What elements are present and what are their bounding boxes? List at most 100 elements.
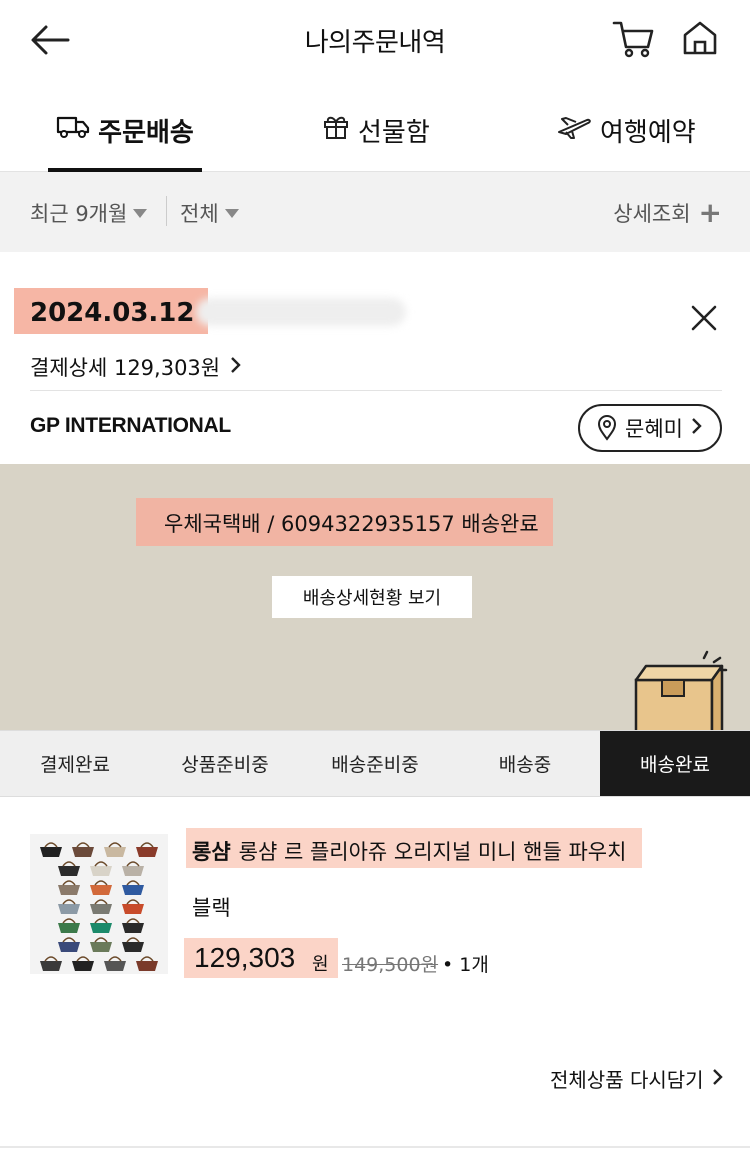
tracking-info: 우체국택배 / 6094322935157 배송완료 [136,498,553,546]
product-brand: 롱샴 [192,840,231,864]
type-filter-dropdown[interactable]: 전체 [180,198,239,228]
pouch-handle [108,842,122,848]
pouch-handle [126,937,140,943]
pouch-handle [126,899,140,905]
pouch-handle [62,918,76,924]
truck-icon [56,112,90,140]
pouch-handle [62,880,76,886]
rebuy-all-label: 전체상품 다시담기 [550,1068,704,1092]
pouch-shape [104,847,126,857]
tab-travel-booking[interactable]: 여행예약 [556,96,696,172]
step-in-transit: 배송중 [498,754,552,776]
pouch-shape [40,847,62,857]
pouch-shape [90,904,112,914]
pouch-shape [104,961,126,971]
pouch-handle [126,880,140,886]
pouch-handle [94,880,108,886]
caret-down-icon [224,208,239,218]
close-icon[interactable] [686,300,722,336]
product-option: 블랙 [192,896,231,920]
pouch-handle [140,842,154,848]
pouch-handle [94,918,108,924]
detail-search-label: 상세조회 [613,202,691,226]
pouch-shape [58,923,80,933]
delivery-progress-steps: 결제완료 상품준비중 배송준비중 배송중 배송완료 [0,730,750,797]
pouch-handle [76,956,90,962]
redacted-order-number [196,298,406,326]
pouch-shape [136,961,158,971]
pouch-handle [94,937,108,943]
bottom-divider [0,1146,750,1148]
pouch-shape [136,847,158,857]
order-date: 2024.03.12 [14,288,209,334]
seller-name: GP INTERNATIONAL [30,414,231,437]
gift-icon [322,112,350,140]
top-bar: 나의주문내역 [0,0,750,80]
payment-detail-label: 결제상세 129,303원 [30,356,221,380]
pouch-handle [62,937,76,943]
pouch-shape [40,961,62,971]
period-filter-dropdown[interactable]: 최근 9개월 [30,198,148,228]
pouch-shape [122,923,144,933]
pouch-handle [76,842,90,848]
product-quantity: • 1개 [442,954,489,976]
product-thumbnail[interactable] [30,834,168,974]
chevron-right-icon [712,1067,724,1091]
product-price: 129,303 [194,942,296,973]
pouch-handle [126,918,140,924]
price-unit: 원 [312,954,329,975]
pouch-shape [122,866,144,876]
pouch-shape [58,904,80,914]
pouch-shape [72,961,94,971]
home-icon[interactable] [680,18,720,58]
recipient-button[interactable]: 문혜미 [578,404,722,452]
pouch-shape [122,885,144,895]
plus-icon: + [698,196,722,229]
type-filter-label: 전체 [180,202,219,226]
product-title: 롱샴 르 플리아쥬 오리지널 미니 핸들 파우치 [238,840,627,864]
pouch-handle [108,956,122,962]
pouch-handle [44,842,58,848]
pouch-handle [44,956,58,962]
cart-icon[interactable] [612,18,656,60]
caret-down-icon [133,208,148,218]
pouch-shape [72,847,94,857]
step-preparing-shipment: 배송준비중 [331,754,419,776]
pouch-shape [90,885,112,895]
detail-search-button[interactable]: 상세조회 + [613,198,722,228]
tab-travel-label: 여행예약 [600,118,696,148]
step-preparing-product: 상품준비중 [181,754,269,776]
airplane-icon [556,112,592,140]
tracking-detail-button[interactable]: 배송상세현황 보기 [272,576,472,618]
pouch-shape [90,866,112,876]
tab-order-label: 주문배송 [98,118,194,148]
tab-gift-box[interactable]: 선물함 [322,96,430,172]
chevron-right-icon [691,416,703,440]
step-payment-complete: 결제완료 [40,754,110,776]
payment-detail-link[interactable]: 결제상세 129,303원 [30,352,242,382]
tab-gift-label: 선물함 [358,118,430,148]
period-filter-label: 최근 9개월 [30,202,128,226]
pouch-shape [90,942,112,952]
pouch-handle [94,899,108,905]
pouch-shape [122,942,144,952]
pouch-handle [94,861,108,867]
original-price-unit: 원 [420,954,439,976]
delivery-box-icon [630,650,730,732]
step-delivered: 배송완료 [600,731,750,796]
chevron-right-icon [230,355,242,379]
rebuy-all-button[interactable]: 전체상품 다시담기 [550,1064,724,1093]
pouch-shape [122,904,144,914]
order-tabs: 주문배송 선물함 여행예약 [0,96,750,172]
tab-order-delivery[interactable]: 주문배송 [48,96,202,172]
divider [30,390,722,391]
pouch-shape [90,923,112,933]
pouch-shape [58,942,80,952]
original-price-value: 149,500 [342,954,421,976]
location-pin-icon [597,415,617,441]
recipient-name: 문혜미 [625,417,683,441]
pouch-handle [62,899,76,905]
pouch-handle [62,861,76,867]
product-name-link[interactable]: 롱샴 롱샴 르 플리아쥬 오리지널 미니 핸들 파우치 [186,828,642,868]
filter-divider [166,196,167,226]
